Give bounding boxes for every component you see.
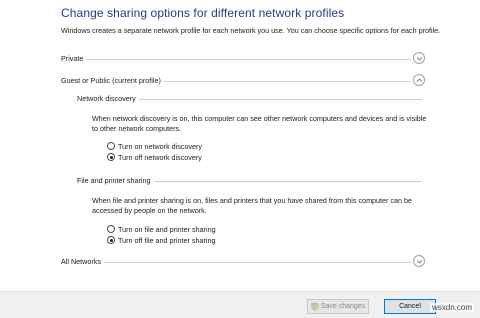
- chevron-down-icon[interactable]: [413, 255, 425, 267]
- profile-all-networks-label: All Networks: [61, 257, 104, 266]
- cancel-label: Cancel: [399, 303, 421, 310]
- radio-button[interactable]: [107, 142, 115, 150]
- radio-label: Turn on network discovery: [118, 141, 203, 151]
- divider: [61, 59, 411, 60]
- page-title: Change sharing options for different net…: [61, 6, 345, 20]
- network-discovery-description: When network discovery is on, this compu…: [92, 114, 427, 133]
- profile-guest-public-label: Guest or Public (current profile): [61, 76, 164, 85]
- save-changes-label: Save changes: [320, 303, 366, 310]
- watermark: wsxdn.com: [429, 303, 474, 312]
- file-printer-sharing-heading: File and printer sharing: [77, 176, 154, 185]
- chevron-up-icon[interactable]: [413, 74, 425, 86]
- file-printer-sharing-description: When file and printer sharing is on, fil…: [92, 196, 413, 215]
- profile-private-label: Private: [61, 54, 87, 63]
- profile-guest-public-header[interactable]: Guest or Public (current profile): [61, 74, 425, 87]
- radio-turn-on-file-printer-sharing[interactable]: Turn on file and printer sharing: [107, 224, 216, 234]
- radio-label: Turn on file and printer sharing: [118, 224, 216, 234]
- save-changes-button[interactable]: Save changes: [307, 299, 369, 314]
- radio-label: Turn off network discovery: [118, 152, 202, 162]
- radio-turn-off-network-discovery[interactable]: Turn off network discovery: [107, 152, 202, 162]
- divider: [61, 262, 411, 263]
- profile-private-header[interactable]: Private: [61, 52, 425, 65]
- page-description: Windows creates a separate network profi…: [61, 26, 441, 35]
- profile-all-networks-header[interactable]: All Networks: [61, 255, 425, 268]
- network-discovery-heading: Network discovery: [77, 94, 139, 103]
- radio-turn-off-file-printer-sharing[interactable]: Turn off file and printer sharing: [107, 235, 215, 245]
- radio-button-selected[interactable]: [107, 153, 115, 161]
- radio-label: Turn off file and printer sharing: [118, 235, 216, 245]
- radio-button-selected[interactable]: [107, 236, 115, 244]
- radio-turn-on-network-discovery[interactable]: Turn on network discovery: [107, 141, 202, 151]
- footer-bar: Save changes Cancel: [0, 291, 480, 318]
- radio-button[interactable]: [107, 225, 115, 233]
- cancel-button[interactable]: Cancel: [384, 299, 436, 314]
- chevron-down-icon[interactable]: [413, 52, 425, 64]
- shield-icon: [311, 302, 319, 311]
